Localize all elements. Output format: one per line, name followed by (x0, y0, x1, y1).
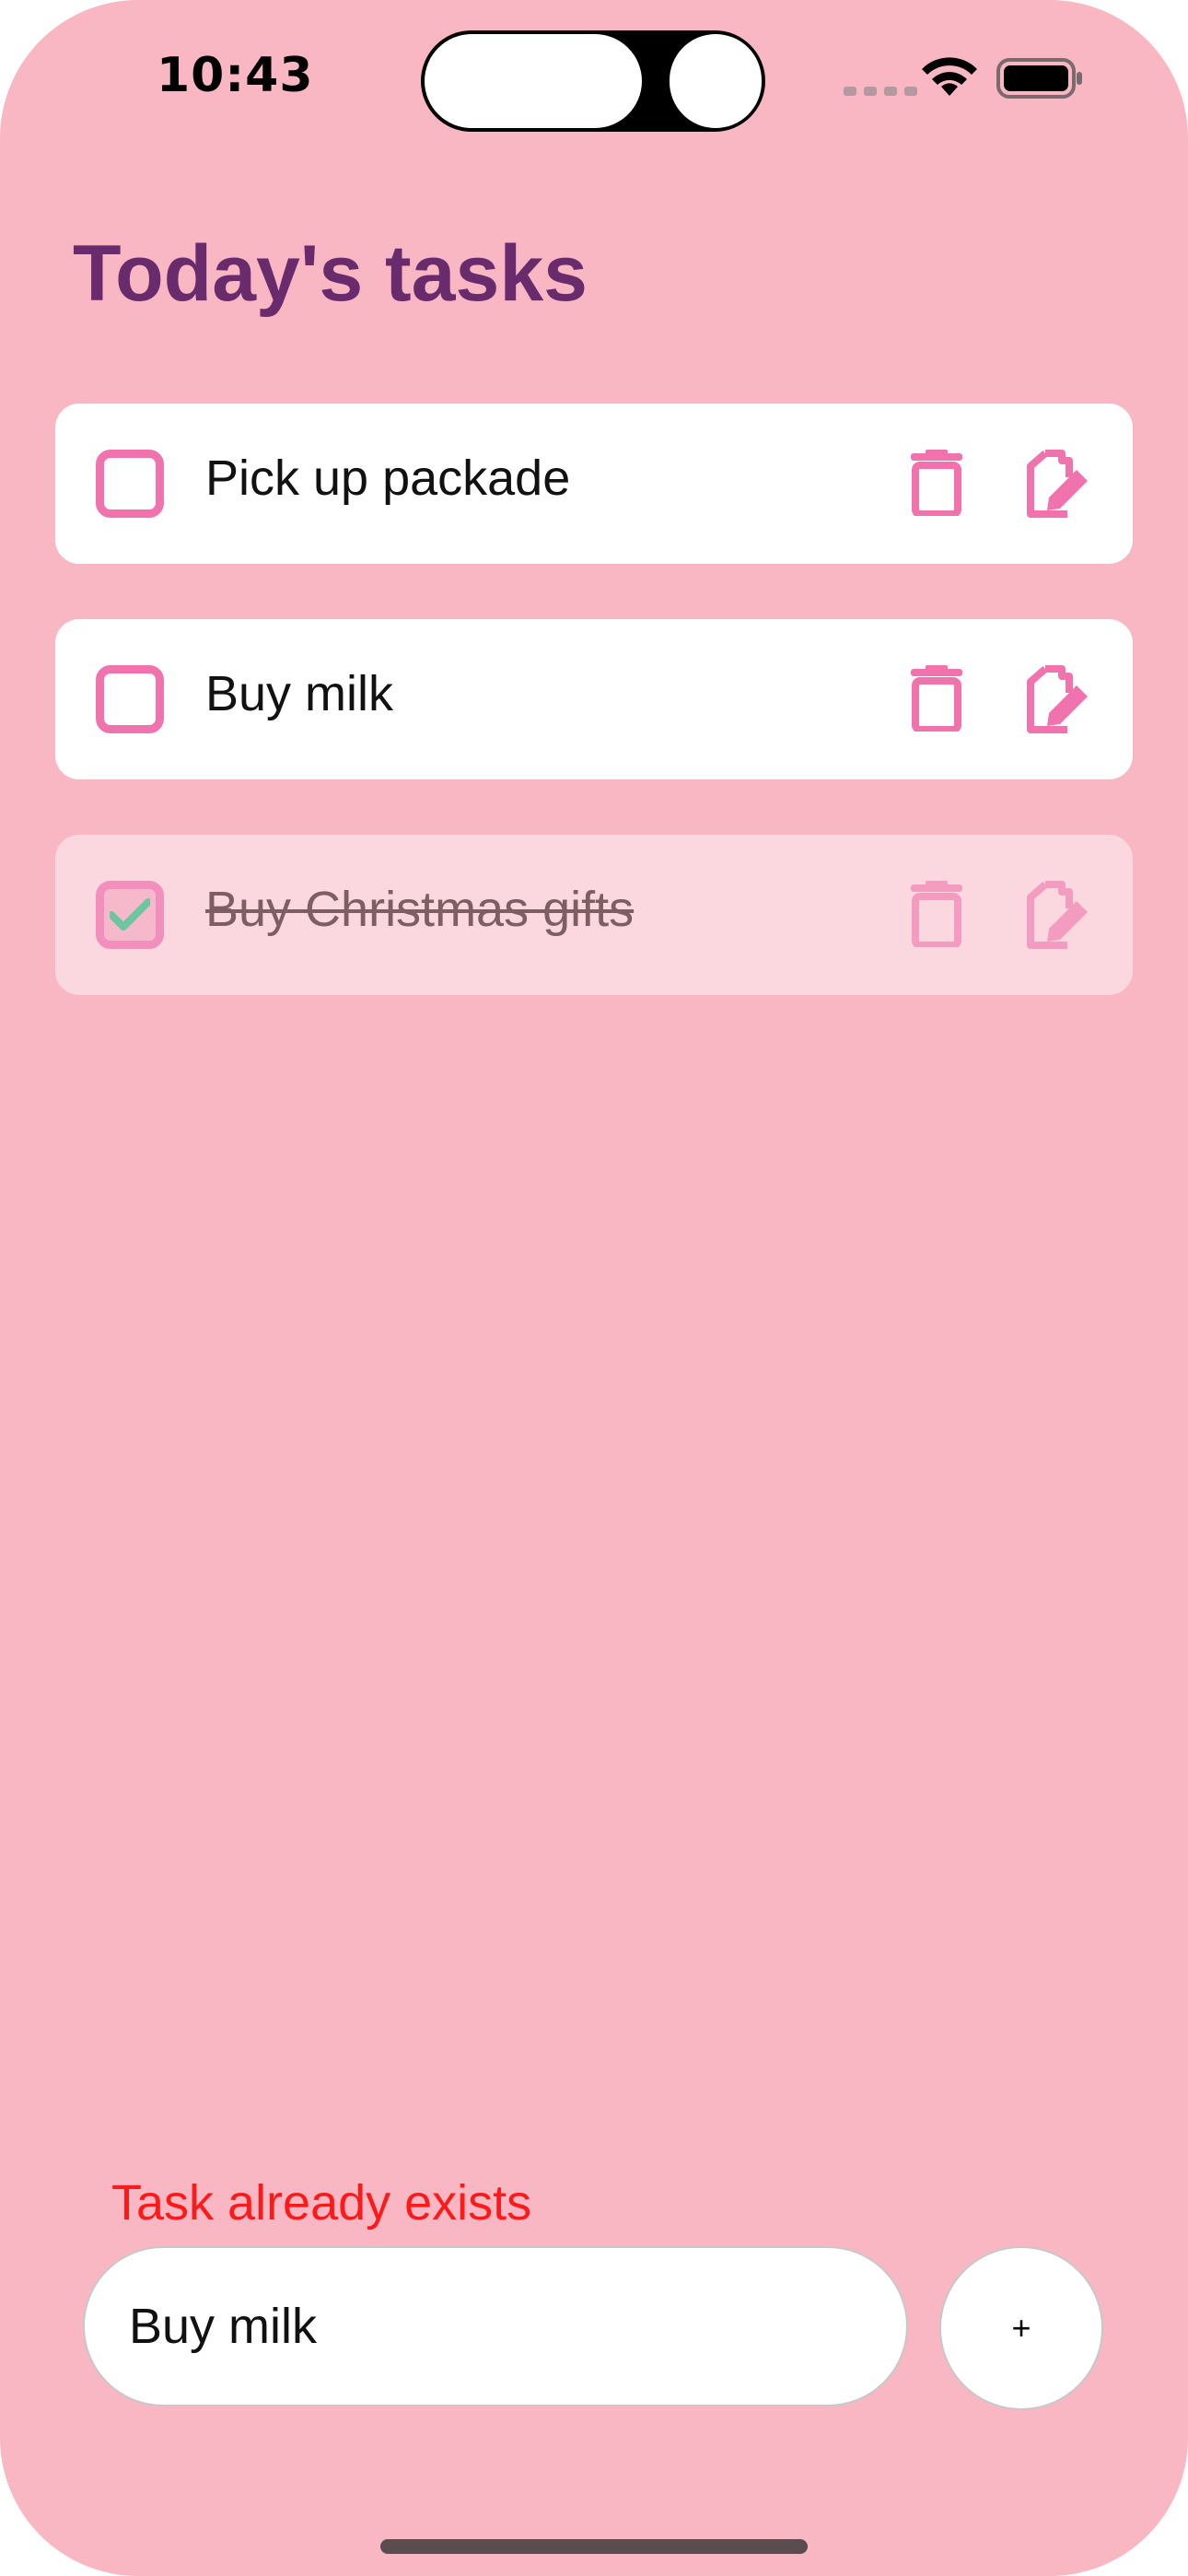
error-message: Task already exists (111, 2175, 532, 2231)
task-label: Buy Christmas gifts (205, 882, 635, 937)
task-card: Buy milk (55, 619, 1133, 779)
new-task-input[interactable]: Buy milk (83, 2246, 908, 2406)
task-checkbox-checked[interactable] (96, 881, 164, 949)
trash-icon[interactable] (909, 665, 964, 732)
task-card: Pick up packade (55, 404, 1133, 564)
home-indicator[interactable] (380, 2539, 808, 2554)
task-label: Buy milk (205, 666, 394, 721)
dynamic-island (421, 30, 765, 132)
status-time: 10:43 (157, 48, 314, 103)
app-screen: 10:43 Today's tasks Pick up packade Buy … (0, 0, 1188, 2576)
trash-icon[interactable] (909, 450, 964, 516)
new-task-input-value: Buy milk (129, 2299, 318, 2354)
task-label: Pick up packade (205, 451, 571, 506)
battery-icon (996, 58, 1082, 99)
task-card-completed: Buy Christmas gifts (55, 835, 1133, 995)
add-task-button[interactable]: + (939, 2246, 1103, 2410)
edit-icon[interactable] (1027, 450, 1091, 518)
task-checkbox[interactable] (96, 665, 164, 733)
edit-icon[interactable] (1027, 881, 1091, 949)
checkmark-icon (110, 898, 150, 931)
edit-icon[interactable] (1027, 665, 1091, 733)
cellular-signal-icon (844, 87, 917, 96)
trash-icon[interactable] (909, 881, 964, 947)
page-title: Today's tasks (73, 229, 588, 318)
wifi-icon (922, 57, 977, 96)
task-checkbox[interactable] (96, 450, 164, 518)
